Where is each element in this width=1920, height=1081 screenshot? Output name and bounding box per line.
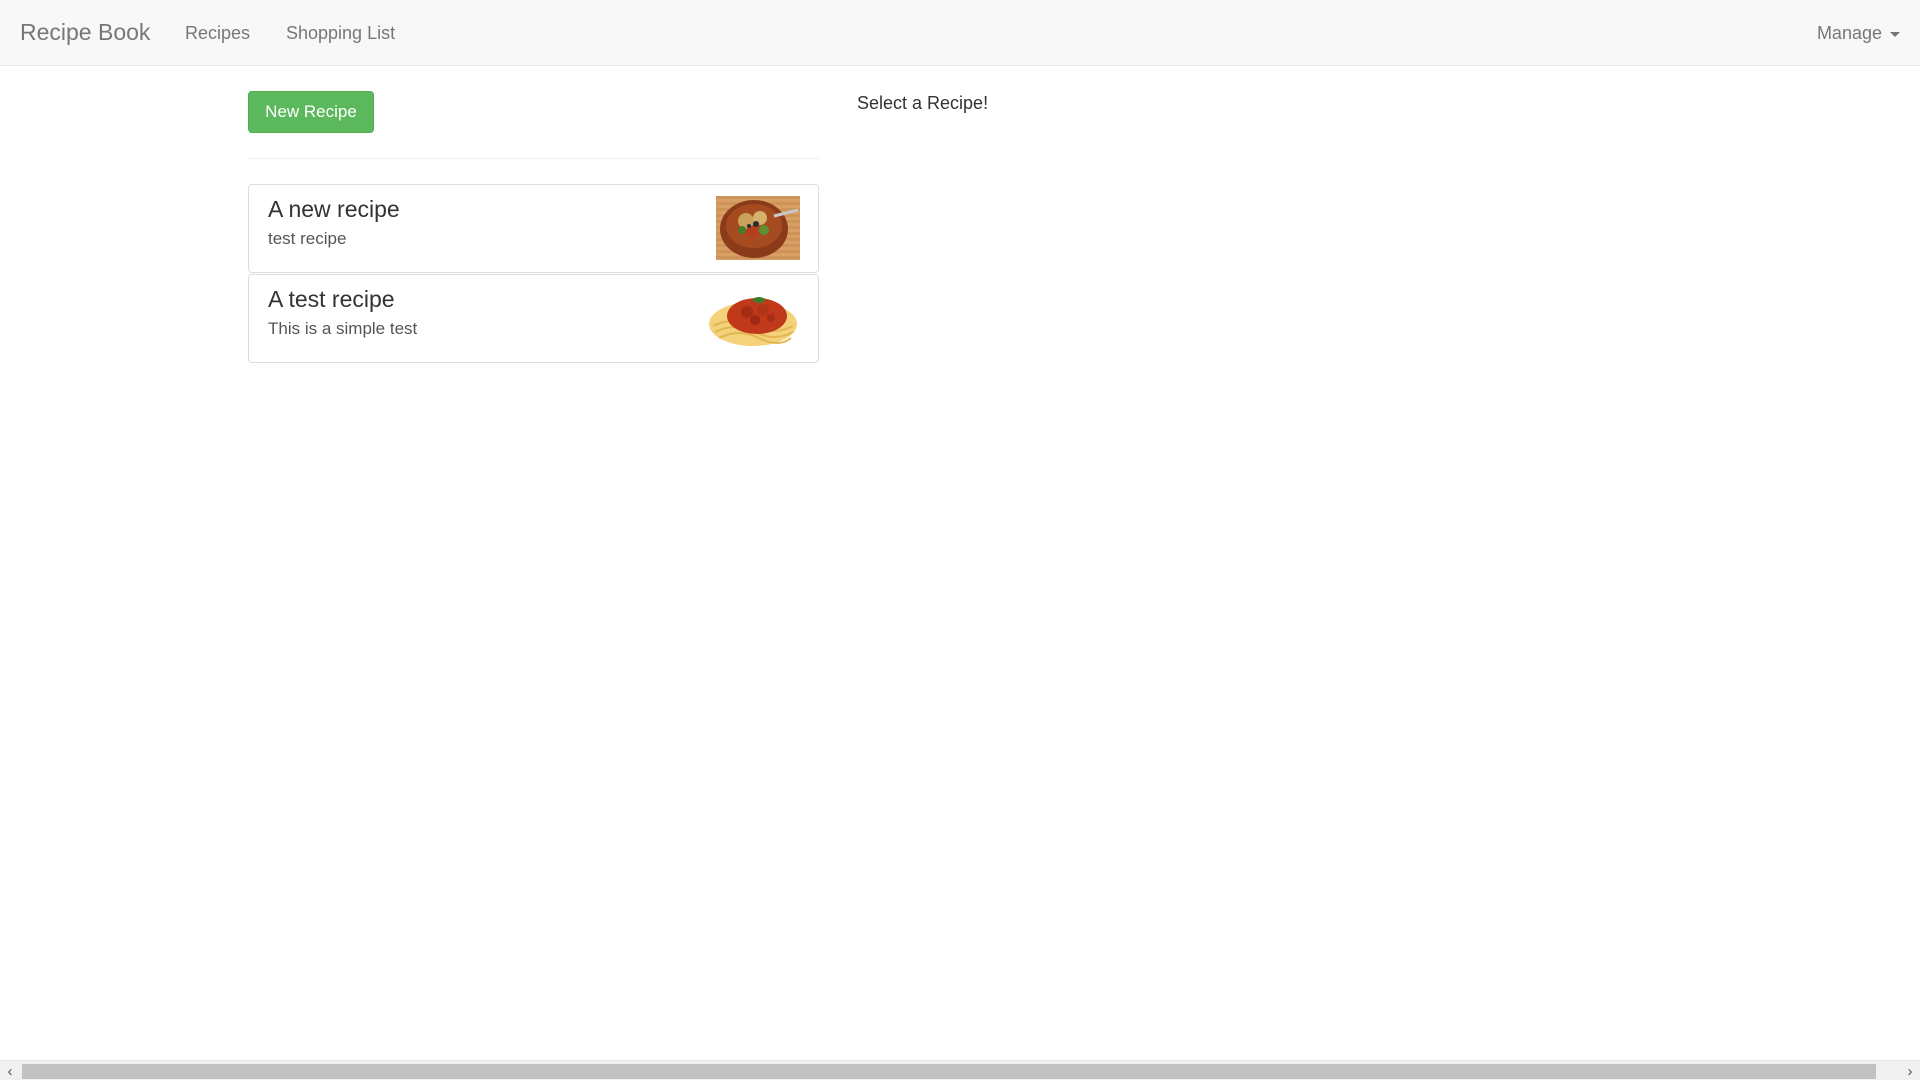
divider xyxy=(248,158,819,159)
food-bowl-icon xyxy=(716,196,800,260)
select-recipe-message: Select a Recipe! xyxy=(857,93,989,113)
scroll-left-icon[interactable]: ‹ xyxy=(0,1061,20,1081)
recipe-list-item[interactable]: A new recipe test recipe xyxy=(248,184,819,273)
nav-recipes-link[interactable]: Recipes xyxy=(185,23,250,44)
horizontal-scrollbar[interactable]: ‹ › xyxy=(0,1060,1920,1080)
spaghetti-icon xyxy=(705,286,800,350)
scroll-right-icon[interactable]: › xyxy=(1900,1061,1920,1081)
manage-label: Manage xyxy=(1816,23,1882,43)
recipe-description: This is a simple test xyxy=(268,319,418,338)
recipe-description: test recipe xyxy=(268,229,347,248)
manage-dropdown[interactable]: Manage xyxy=(1817,23,1900,44)
brand-link[interactable]: Recipe Book xyxy=(20,19,150,46)
recipe-name: A test recipe xyxy=(268,286,395,312)
recipe-list: A new recipe test recipe A test recipe T… xyxy=(248,184,819,364)
nav-shopping-list-link[interactable]: Shopping List xyxy=(286,23,395,44)
new-recipe-button[interactable]: New Recipe xyxy=(248,91,374,133)
recipe-list-item[interactable]: A test recipe This is a simple test xyxy=(248,274,819,363)
top-navbar: Recipe Book Recipes Shopping List Manage xyxy=(0,0,1920,66)
caret-down-icon xyxy=(1890,32,1900,37)
scrollbar-thumb[interactable] xyxy=(22,1064,1876,1079)
recipe-name: A new recipe xyxy=(268,196,400,222)
